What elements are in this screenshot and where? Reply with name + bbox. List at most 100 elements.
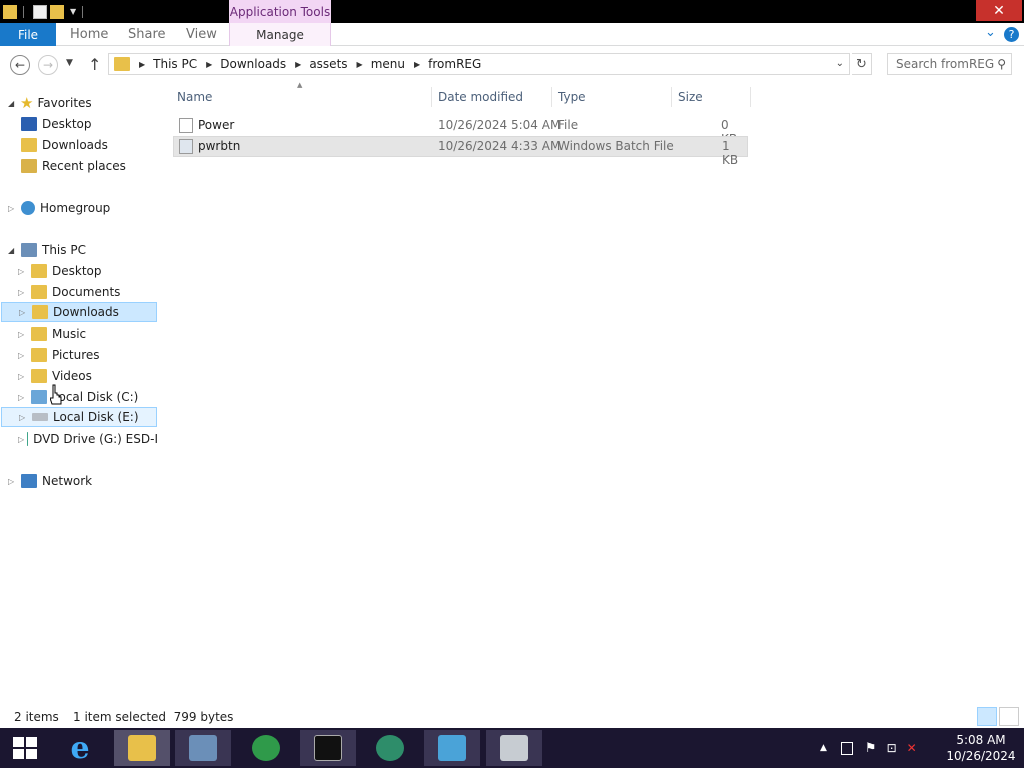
expand-icon[interactable]: ▷ [8, 477, 18, 486]
taskbar-server-manager[interactable] [175, 730, 231, 766]
expand-icon[interactable]: ▷ [19, 413, 29, 422]
column-header-name[interactable]: Name [172, 87, 432, 107]
expand-icon[interactable]: ▷ [18, 372, 28, 381]
nav-homegroup[interactable]: ▷ Homegroup [8, 198, 158, 218]
search-input[interactable]: Search fromREG ⚲ [887, 53, 1012, 75]
crumb-downloads[interactable]: Downloads [220, 57, 286, 71]
ribbon-collapse-icon[interactable]: ⌄ [985, 25, 996, 40]
help-icon[interactable]: ? [1004, 27, 1019, 42]
expand-icon[interactable]: ◢ [8, 99, 18, 108]
back-button[interactable]: ← [10, 55, 30, 75]
details-view-button[interactable] [977, 707, 997, 726]
chevron-right-icon[interactable]: ▶ [295, 60, 301, 69]
expand-icon[interactable]: ▷ [18, 288, 28, 297]
download-manager-icon [252, 735, 280, 761]
expand-icon[interactable]: ▷ [18, 435, 24, 444]
tab-home[interactable]: Home [70, 27, 108, 42]
nav-label: Videos [52, 369, 92, 383]
navigation-pane: ◢ ★ Favorites Desktop Downloads Recent p… [0, 88, 160, 708]
chevron-right-icon[interactable]: ▶ [414, 60, 420, 69]
crumb-menu[interactable]: menu [371, 57, 405, 71]
address-bar[interactable]: ▶ This PC ▶ Downloads ▶ assets ▶ menu ▶ … [108, 53, 850, 75]
taskbar-browser[interactable] [362, 730, 418, 766]
network-status-icon[interactable]: ⊡ [887, 741, 897, 755]
expand-icon[interactable]: ▷ [18, 393, 28, 402]
batch-file-icon [179, 139, 193, 154]
expand-icon[interactable]: ▷ [8, 204, 18, 213]
recent-locations-dropdown-icon[interactable]: ▼ [66, 58, 73, 68]
expand-icon[interactable]: ▷ [19, 308, 29, 317]
nav-network[interactable]: ▷ Network [8, 471, 158, 491]
chevron-right-icon[interactable]: ▶ [206, 60, 212, 69]
nav-pc-downloads[interactable]: ▷ Downloads [1, 302, 157, 322]
monitor-icon [500, 735, 528, 761]
chevron-right-icon[interactable]: ▶ [357, 60, 363, 69]
qat-dropdown-icon[interactable]: ▼ [70, 7, 76, 16]
taskbar-command-prompt[interactable] [300, 730, 356, 766]
file-type: Windows Batch File [558, 139, 674, 153]
tab-file[interactable]: File [0, 23, 56, 46]
nav-this-pc[interactable]: ◢ This PC [8, 240, 158, 260]
nav-fav-desktop[interactable]: Desktop [18, 114, 158, 134]
forward-button[interactable]: → [38, 55, 58, 75]
nav-fav-downloads[interactable]: Downloads [18, 135, 158, 155]
flag-icon[interactable]: ⚑ [865, 741, 877, 756]
taskbar-file-explorer[interactable] [114, 730, 170, 766]
properties-icon[interactable] [33, 4, 47, 19]
taskbar-monitor-app[interactable] [486, 730, 542, 766]
downloads-folder-icon [21, 138, 37, 152]
column-label: Name [177, 90, 213, 104]
taskbar-download-manager[interactable] [238, 730, 294, 766]
nav-pc-documents[interactable]: ▷ Documents [18, 282, 158, 302]
network-icon [21, 474, 37, 488]
file-type: File [558, 118, 579, 132]
start-button[interactable] [0, 730, 50, 766]
expand-icon[interactable]: ▷ [18, 330, 28, 339]
clock-time: 5:08 AM [956, 733, 1006, 747]
nav-label: Music [52, 327, 87, 341]
nav-fav-recent[interactable]: Recent places [18, 156, 158, 176]
nav-pc-local-disk-e[interactable]: ▷ Local Disk (E:) [1, 407, 157, 427]
tab-share[interactable]: Share [128, 27, 166, 42]
file-row[interactable]: Power 10/26/2024 5:04 AM File 0 KB [173, 115, 748, 146]
large-icons-view-button[interactable] [999, 707, 1019, 726]
ribbon-tabs: File Home Share View Manage ⌄ ? [0, 23, 1024, 46]
new-folder-icon[interactable] [50, 4, 64, 19]
taskbar-internet-explorer[interactable]: e [52, 730, 108, 766]
address-dropdown-icon[interactable]: ⌄ [836, 58, 844, 69]
nav-pc-videos[interactable]: ▷ Videos [18, 366, 158, 386]
crumb-assets[interactable]: assets [309, 57, 347, 71]
column-header-type[interactable]: Type [553, 87, 672, 107]
tab-manage[interactable]: Manage [229, 23, 331, 46]
volume-muted-icon[interactable]: ✕ [907, 741, 917, 755]
nav-label: Pictures [52, 348, 100, 362]
expand-icon[interactable]: ▷ [18, 351, 28, 360]
chevron-right-icon[interactable]: ▶ [139, 60, 145, 69]
folder-icon [3, 4, 17, 19]
nav-pc-music[interactable]: ▷ Music [18, 324, 158, 344]
collapse-icon[interactable]: ◢ [8, 246, 18, 255]
close-button[interactable]: ✕ [976, 0, 1022, 21]
show-hidden-icons-icon[interactable]: ▲ [820, 743, 827, 753]
computer-icon [21, 243, 37, 257]
crumb-fromreg[interactable]: fromREG [428, 57, 481, 71]
action-center-icon[interactable] [840, 741, 853, 755]
clock[interactable]: 5:08 AM 10/26/2024 [946, 732, 1016, 764]
nav-pc-dvd-drive[interactable]: ▷ DVD Drive (G:) ESD-I [18, 429, 158, 449]
expand-icon[interactable]: ▷ [18, 267, 28, 276]
downloads-folder-icon [32, 305, 48, 319]
nav-pc-local-disk-c[interactable]: ▷ Local Disk (C:) [18, 387, 158, 407]
nav-favorites[interactable]: ◢ ★ Favorites [8, 93, 158, 113]
taskbar-install-app[interactable] [424, 730, 480, 766]
crumb-this-pc[interactable]: This PC [153, 57, 197, 71]
column-header-date-modified[interactable]: Date modified [433, 87, 552, 107]
file-row[interactable]: pwrbtn 10/26/2024 4:33 AM Windows Batch … [173, 136, 748, 167]
nav-pc-pictures[interactable]: ▷ Pictures [18, 345, 158, 365]
search-icon[interactable]: ⚲ [997, 57, 1006, 71]
column-header-size[interactable]: Size [673, 87, 751, 107]
up-button[interactable]: ↑ [88, 55, 101, 74]
nav-label: Downloads [42, 138, 108, 152]
tab-view[interactable]: View [186, 27, 217, 42]
nav-pc-desktop[interactable]: ▷ Desktop [18, 261, 158, 281]
refresh-button[interactable]: ↻ [852, 53, 872, 75]
